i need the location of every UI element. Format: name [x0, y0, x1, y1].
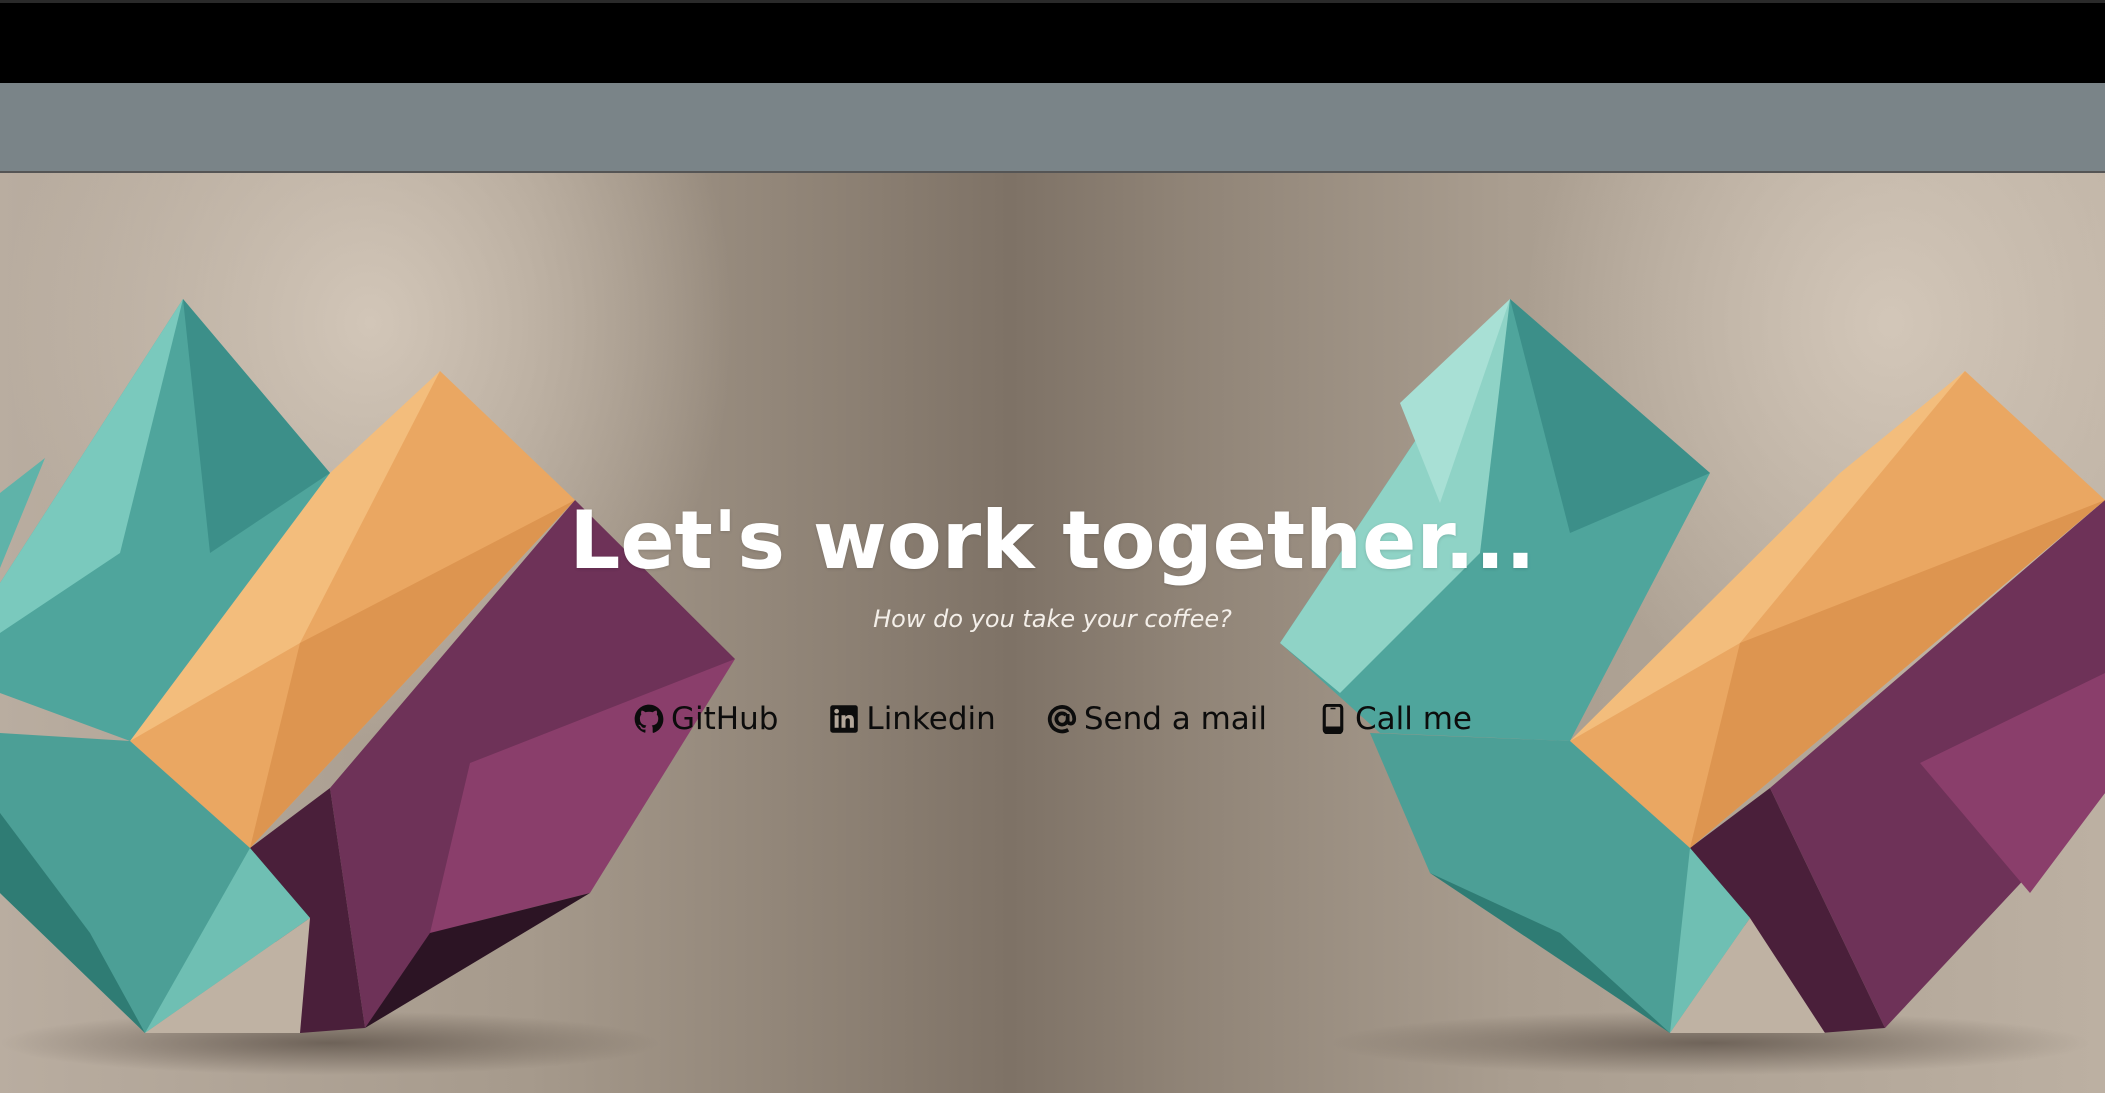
contact-links: GitHub Linkedin Send a mail Call me: [0, 701, 2105, 737]
page-title: Let's work together...: [569, 494, 1536, 587]
origami-illustration-right: [1280, 299, 2105, 1075]
at-sign-icon: [1046, 703, 1078, 735]
call-me-link[interactable]: Call me: [1317, 701, 1472, 737]
linkedin-link-label: Linkedin: [866, 701, 996, 737]
send-mail-link-label: Send a mail: [1083, 701, 1268, 737]
phone-icon: [1317, 703, 1349, 735]
github-link[interactable]: GitHub: [633, 701, 778, 737]
top-black-bar: [0, 0, 2105, 83]
linkedin-icon: [828, 703, 860, 735]
call-me-link-label: Call me: [1355, 701, 1473, 737]
hero-section: Let's work together... How do you take y…: [0, 173, 2105, 1093]
subtitle: How do you take your coffee?: [873, 605, 1232, 633]
navigation-bar: [0, 83, 2105, 173]
origami-illustration-left: [0, 299, 735, 1075]
send-mail-link[interactable]: Send a mail: [1046, 701, 1267, 737]
github-icon: [633, 703, 665, 735]
linkedin-link[interactable]: Linkedin: [828, 701, 996, 737]
github-link-label: GitHub: [670, 701, 779, 737]
